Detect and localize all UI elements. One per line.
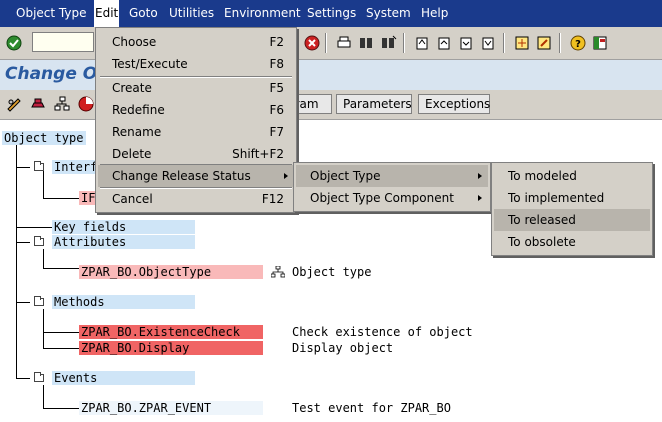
tree-line — [43, 249, 44, 268]
tree-line — [16, 378, 30, 379]
menu-bar: Object Type Edit Goto Utilities Environm… — [0, 0, 662, 27]
new-session-icon[interactable] — [513, 34, 531, 52]
tree-line — [43, 198, 79, 199]
edit-menu: Choose F2 Test/Execute F8 Create F5 Redefin… — [95, 27, 297, 213]
hierarchy-icon — [271, 266, 285, 278]
menu-system[interactable]: System — [365, 0, 412, 27]
tree-line — [16, 227, 52, 228]
layout-icon[interactable] — [591, 34, 609, 52]
tree-line — [16, 167, 30, 168]
toolbar-separator — [503, 33, 505, 53]
menu-item-change-release-status[interactable]: Change Release Status — [98, 165, 294, 187]
tree-node-attributes[interactable]: Attributes — [52, 235, 195, 249]
toolbar-separator — [559, 33, 561, 53]
menu-help[interactable]: Help — [420, 0, 449, 27]
tree-node-object-type[interactable]: Object type — [2, 131, 86, 145]
method-description: Display object — [292, 341, 394, 355]
find-next-icon[interactable] — [379, 34, 397, 52]
method-description: Check existence of object — [292, 325, 473, 339]
tree-line — [43, 385, 44, 408]
tree-line — [43, 309, 44, 348]
cancel-icon[interactable] — [303, 34, 321, 52]
print-icon[interactable] — [335, 34, 353, 52]
status-icon[interactable] — [77, 95, 95, 113]
hat-icon[interactable] — [29, 95, 47, 113]
folder-icon — [34, 236, 44, 246]
menu-item-test-execute[interactable]: Test/Execute F8 — [98, 53, 294, 75]
toolbar-separator — [403, 33, 405, 53]
tree-line — [43, 332, 79, 333]
next-page-icon[interactable] — [457, 34, 475, 52]
last-page-icon[interactable] — [479, 34, 497, 52]
submenu-arrow-icon — [284, 173, 288, 179]
menu-item-redefine[interactable]: Redefine F6 — [98, 99, 294, 121]
toolbar-separator — [325, 33, 327, 53]
command-field[interactable] — [32, 32, 94, 52]
help-icon[interactable]: ? — [569, 34, 587, 52]
tree-line — [43, 171, 44, 198]
menu-utilities[interactable]: Utilities — [168, 0, 215, 27]
shortcut-icon[interactable] — [535, 34, 553, 52]
submenu-arrow-icon — [478, 173, 482, 179]
menu-environment[interactable]: Environment — [223, 0, 302, 27]
menu-item-to-implemented[interactable]: To implemented — [494, 187, 650, 209]
attribute-description: Object type — [292, 265, 372, 279]
menu-item-to-obsolete[interactable]: To obsolete — [494, 231, 650, 253]
menu-item-create[interactable]: Create F5 — [98, 77, 294, 99]
menu-item-to-released[interactable]: To released — [494, 209, 650, 231]
menu-settings[interactable]: Settings — [306, 0, 357, 27]
tree-node-method-display[interactable]: ZPAR_BO.Display — [79, 341, 263, 355]
parameters-button[interactable]: Parameters — [336, 94, 412, 114]
tree-line — [16, 242, 30, 243]
exceptions-button[interactable]: Exceptions — [418, 94, 490, 114]
tree-node-methods[interactable]: Methods — [52, 295, 195, 309]
previous-page-icon[interactable] — [435, 34, 453, 52]
find-icon[interactable] — [357, 34, 375, 52]
tree-line — [16, 302, 30, 303]
menu-item-object-type-component[interactable]: Object Type Component — [296, 187, 488, 209]
first-page-icon[interactable] — [413, 34, 431, 52]
menu-edit[interactable]: Edit — [94, 0, 120, 27]
menu-object-type[interactable]: Object Type — [15, 0, 87, 27]
submenu-arrow-icon — [478, 195, 482, 201]
tree-node-key-fields[interactable]: Key fields — [52, 220, 195, 234]
hierarchy-icon[interactable] — [53, 95, 71, 113]
folder-icon — [34, 296, 44, 306]
menu-item-rename[interactable]: Rename F7 — [98, 121, 294, 143]
release-status-submenu: Object Type Object Type Component — [293, 162, 491, 212]
tree-line — [43, 268, 79, 269]
tree-node-event-item[interactable]: ZPAR_BO.ZPAR_EVENT — [79, 401, 263, 415]
page-title: Change Ob — [5, 64, 110, 84]
tree-node-events[interactable]: Events — [52, 371, 195, 385]
menu-item-object-type[interactable]: Object Type — [296, 165, 488, 187]
menu-item-choose[interactable]: Choose F2 — [98, 31, 294, 53]
tree-node-method-existence-check[interactable]: ZPAR_BO.ExistenceCheck — [79, 325, 263, 339]
svg-text:?: ? — [575, 39, 581, 50]
tree-line — [16, 145, 17, 378]
object-type-status-submenu: To modeled To implemented To released To… — [491, 162, 653, 256]
enter-check-icon[interactable] — [5, 34, 23, 52]
menu-item-cancel[interactable]: Cancel F12 — [98, 188, 294, 210]
menu-goto[interactable]: Goto — [128, 0, 159, 27]
tree-node-attribute-item[interactable]: ZPAR_BO.ObjectType — [79, 265, 263, 279]
event-description: Test event for ZPAR_BO — [292, 401, 451, 415]
tree-line — [43, 408, 79, 409]
folder-icon — [34, 161, 44, 171]
display-change-icon[interactable] — [5, 95, 23, 113]
tree-line — [43, 348, 79, 349]
folder-icon — [34, 372, 44, 382]
menu-item-to-modeled[interactable]: To modeled — [494, 165, 650, 187]
menu-item-delete[interactable]: Delete Shift+F2 — [98, 143, 294, 165]
